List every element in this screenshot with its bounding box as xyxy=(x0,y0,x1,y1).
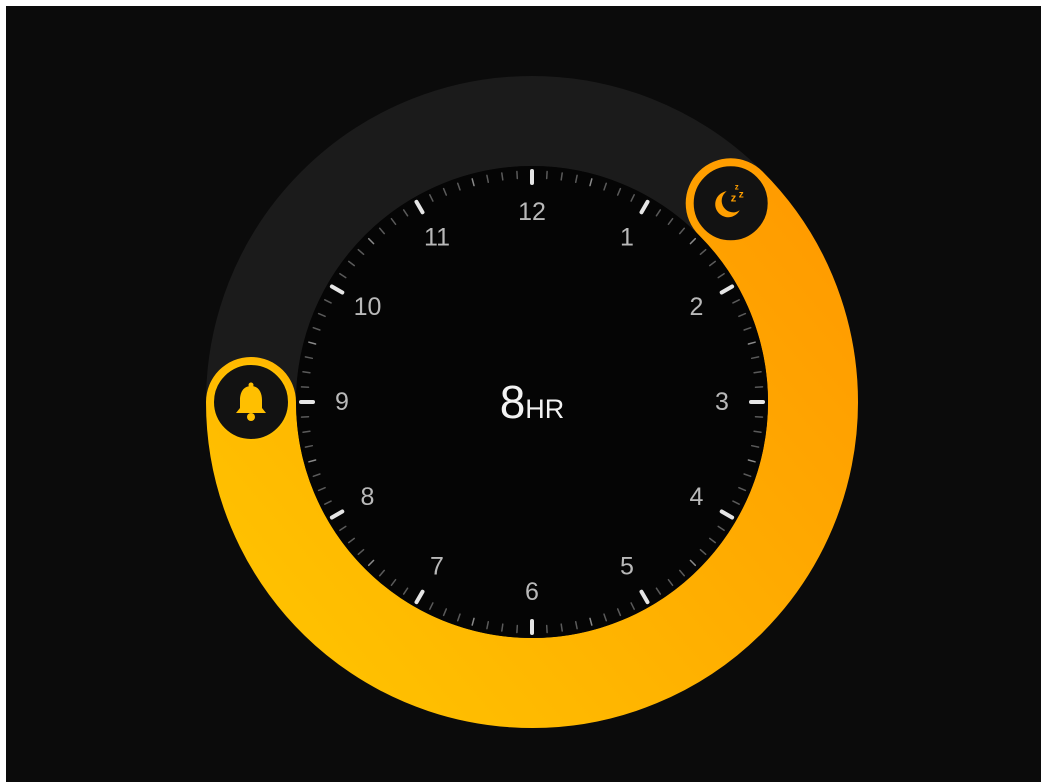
duration-value: 8 xyxy=(500,376,526,428)
minute-tick xyxy=(560,623,563,632)
hour-label-5: 5 xyxy=(620,553,634,581)
hour-label-12: 12 xyxy=(518,198,546,226)
hour-label-6: 6 xyxy=(525,578,539,606)
sleep-schedule-screen: 12 1 2 3 4 5 6 7 8 9 10 11 8HR z z z xyxy=(6,6,1041,782)
wake-time-handle[interactable] xyxy=(212,363,290,441)
hour-label-1: 1 xyxy=(620,224,634,252)
minute-tick xyxy=(753,371,762,374)
minute-tick xyxy=(302,371,311,374)
bedtime-handle[interactable]: z z z xyxy=(691,164,770,243)
sleep-dial: 12 1 2 3 4 5 6 7 8 9 10 11 8HR z z z xyxy=(206,76,858,728)
hour-label-11: 11 xyxy=(424,224,450,252)
minute-tick xyxy=(560,172,563,181)
hour-label-2: 2 xyxy=(690,293,704,321)
hour-label-4: 4 xyxy=(690,483,704,511)
svg-text:z: z xyxy=(731,192,737,204)
hour-label-3: 3 xyxy=(715,388,729,416)
minute-tick xyxy=(302,430,311,433)
svg-text:z: z xyxy=(739,189,744,200)
hour-label-10: 10 xyxy=(354,293,382,321)
svg-text:z: z xyxy=(735,182,739,191)
hour-label-8: 8 xyxy=(361,483,375,511)
hour-label-9: 9 xyxy=(335,388,349,416)
duration-unit: HR xyxy=(525,394,564,424)
minute-tick xyxy=(753,430,762,433)
minute-tick xyxy=(501,172,504,181)
hour-label-7: 7 xyxy=(430,553,444,581)
minute-tick xyxy=(501,623,504,632)
